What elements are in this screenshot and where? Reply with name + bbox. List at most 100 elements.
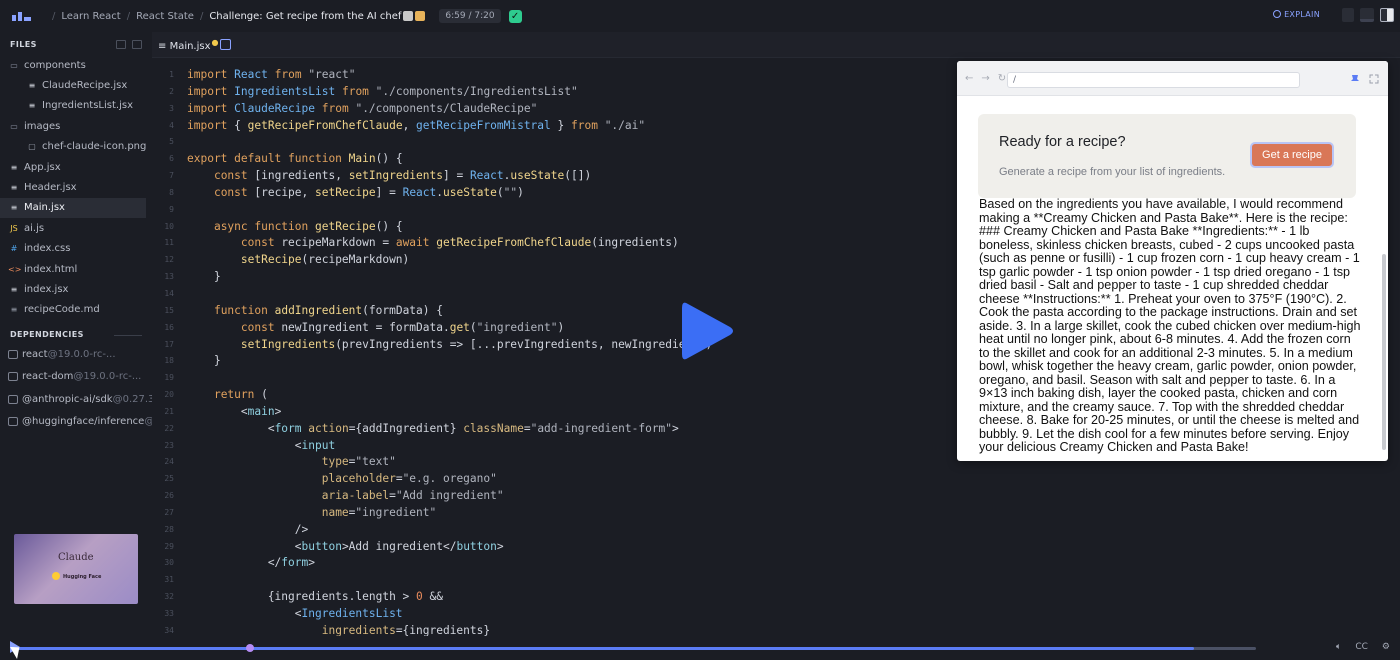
- player-controls: 🔈︎ CC ⚙: [1336, 642, 1390, 652]
- code-line: 20 return (: [152, 387, 712, 404]
- instructor-video-thumbnail[interactable]: Claude Hugging Face: [14, 534, 138, 604]
- breadcrumb-course[interactable]: Learn React: [61, 11, 120, 22]
- code-line: 16 const newIngredient = formData.get("i…: [152, 320, 712, 337]
- captions-button[interactable]: CC: [1355, 642, 1368, 652]
- file-item[interactable]: ≡ ClaudeRecipe.jsx: [0, 75, 152, 95]
- code-area[interactable]: 1 import React from "react" 2 import Ingred…: [152, 67, 712, 640]
- file-item[interactable]: ≡ index.jsx: [0, 279, 152, 299]
- code-text: <form action={addIngredient} className="…: [187, 421, 679, 435]
- lesson-time: 6:59 / 7:20: [439, 9, 501, 23]
- js-file-icon: JS: [10, 223, 18, 233]
- lesson-title: Challenge: Get recipe from the AI chef: [209, 10, 402, 22]
- file-item[interactable]: ▢ chef-claude-icon.png: [0, 137, 152, 157]
- fullscreen-icon[interactable]: [1369, 74, 1379, 84]
- file-item[interactable]: # index.css: [0, 239, 152, 259]
- dependency-version: @19.0.0-rc-...: [47, 348, 116, 360]
- layout-bottom-icon[interactable]: [1360, 8, 1374, 22]
- code-text: return (: [213, 388, 268, 402]
- file-item[interactable]: ≡ App.jsx: [0, 157, 152, 177]
- line-number: 22: [164, 423, 174, 433]
- file-item[interactable]: ▭ images: [0, 116, 152, 136]
- pin-icon[interactable]: [1350, 74, 1360, 84]
- code-line: 8 const [recipe, setRecipe] = React.useS…: [152, 185, 712, 202]
- progress-fill: [14, 647, 1194, 650]
- layout-sidebar-icon[interactable]: [1342, 8, 1354, 22]
- file-label: App.jsx: [24, 161, 61, 173]
- explain-label: EXPLAIN: [1284, 10, 1320, 19]
- open-file-icon[interactable]: [220, 39, 231, 50]
- thumbnail-claude-text: Claude: [58, 552, 94, 563]
- get-recipe-button[interactable]: Get a recipe: [1250, 142, 1334, 168]
- layout-split-icon[interactable]: [1380, 8, 1394, 22]
- file-item[interactable]: ≡ IngredientsList.jsx: [0, 96, 152, 116]
- code-text: const newIngredient = formData.get("ingr…: [240, 320, 565, 334]
- code-line: 31: [152, 572, 712, 589]
- dependency-item[interactable]: react-dom @19.0.0-rc-...: [0, 366, 152, 389]
- line-number: 5: [169, 137, 174, 147]
- html-file-icon: <>: [8, 264, 22, 274]
- file-item[interactable]: JS ai.js: [0, 218, 152, 238]
- completed-check-icon[interactable]: ✓: [508, 9, 522, 23]
- line-number: 24: [164, 457, 174, 467]
- file-item[interactable]: ≡ Header.jsx: [0, 177, 152, 197]
- progress-knob[interactable]: [245, 644, 254, 652]
- unsaved-dot-icon: ●: [211, 38, 219, 47]
- dependencies-heading: DEPENDENCIES: [10, 330, 84, 340]
- line-number: 4: [169, 120, 174, 130]
- jsx-file-icon: ≡: [28, 101, 36, 111]
- code-line: 29 <button>Add ingredient</button>: [152, 539, 712, 556]
- back-icon[interactable]: ←: [965, 73, 973, 84]
- new-folder-icon[interactable]: [132, 40, 142, 49]
- dependency-item[interactable]: @huggingface/inference@...: [0, 411, 152, 434]
- breadcrumb-separator: /: [199, 10, 204, 22]
- breadcrumb-section[interactable]: React State: [136, 11, 194, 22]
- line-number: 15: [164, 305, 174, 315]
- recipe-text: Based on the ingredients you have availa…: [979, 197, 1361, 454]
- code-line: 33 <IngredientsList: [152, 606, 712, 623]
- explain-button[interactable]: EXPLAIN: [1273, 10, 1320, 19]
- tab-main-jsx[interactable]: ≡ Main.jsx●: [158, 38, 219, 52]
- forward-icon[interactable]: →: [981, 73, 989, 84]
- md-file-icon: ≡: [10, 305, 18, 315]
- dependencies-header: DEPENDENCIES: [0, 320, 152, 343]
- line-number: 11: [164, 238, 174, 248]
- file-item[interactable]: <> index.html: [0, 259, 152, 279]
- reload-icon[interactable]: ↻: [998, 73, 1006, 84]
- code-line: 28 />: [152, 522, 712, 539]
- file-item[interactable]: ≡ recipeCode.md: [0, 300, 152, 320]
- scrimba-logo-icon[interactable]: [12, 11, 32, 21]
- editor-tab-bar: ≡ Main.jsx●: [152, 32, 1400, 58]
- code-line: 19: [152, 370, 712, 387]
- file-item[interactable]: ≡ Main.jsx: [0, 197, 146, 219]
- code-line: 3 import ClaudeRecipe from "./components/…: [152, 101, 712, 118]
- line-number: 31: [164, 575, 174, 585]
- play-overlay-icon[interactable]: [682, 300, 734, 362]
- file-item[interactable]: ▭ components: [0, 55, 152, 75]
- code-text: aria-label="Add ingredient": [321, 489, 504, 503]
- code-line: 1 import React from "react": [152, 67, 712, 84]
- jsx-file-icon: ≡: [10, 183, 18, 193]
- dependency-list: react @19.0.0-rc-... react-dom @19.0.0-rc-.…: [0, 343, 152, 433]
- new-file-icon[interactable]: [116, 40, 126, 49]
- jsx-file-icon: ≡: [10, 162, 18, 172]
- file-label: images: [24, 120, 61, 132]
- line-number: 9: [169, 204, 174, 214]
- file-label: Header.jsx: [24, 182, 77, 194]
- settings-icon[interactable]: ⚙: [1382, 642, 1390, 652]
- dependency-item[interactable]: @anthropic-ai/sdk @0.27.3: [0, 388, 152, 411]
- file-label: index.css: [24, 243, 71, 255]
- jsx-file-icon: ≡: [10, 284, 18, 294]
- jsx-file-icon: ≡: [10, 203, 18, 213]
- line-number: 20: [164, 390, 174, 400]
- volume-icon[interactable]: 🔈︎: [1336, 642, 1341, 652]
- preview-scrollbar[interactable]: [1382, 254, 1386, 450]
- preview-url-field[interactable]: /: [1007, 72, 1300, 88]
- robot-emoji-icon: [403, 11, 414, 21]
- progress-track[interactable]: [14, 647, 1256, 650]
- dependency-item[interactable]: react @19.0.0-rc-...: [0, 343, 152, 366]
- line-number: 27: [164, 507, 174, 517]
- code-line: 27 name="ingredient": [152, 505, 712, 522]
- line-number: 3: [169, 103, 174, 113]
- breadcrumb-separator: /: [52, 10, 56, 22]
